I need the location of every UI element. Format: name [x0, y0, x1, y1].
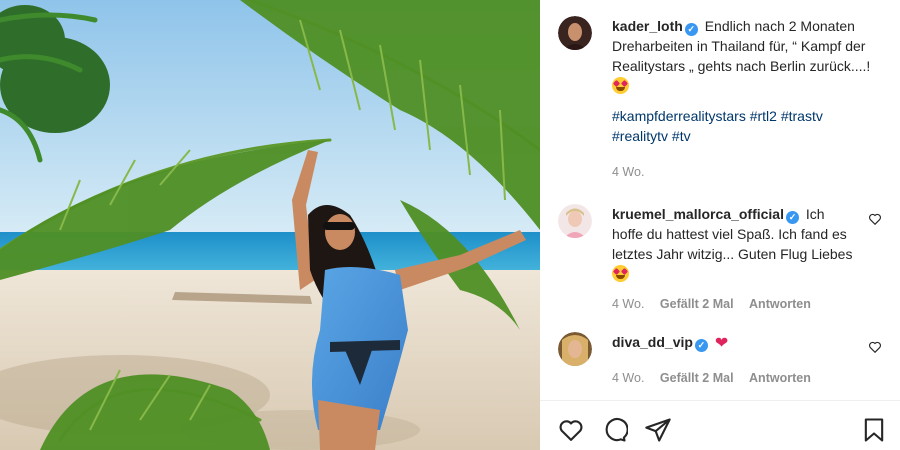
comment-item: diva_dd_vip ✓ ❤ 4 Wo. Gefällt 2 Mal Antwo… [558, 332, 882, 388]
author-avatar[interactable] [558, 16, 592, 50]
post-action-bar [540, 400, 900, 450]
post-timestamp[interactable]: 4 Wo. [612, 165, 644, 179]
post-photo[interactable] [0, 0, 540, 450]
comment-icon[interactable] [600, 416, 628, 444]
caption-meta: 4 Wo. [612, 162, 882, 182]
comment-likes[interactable]: Gefällt 2 Mal [660, 297, 734, 311]
verified-badge-icon: ✓ [694, 339, 708, 352]
hashtag-link[interactable]: #tv [672, 128, 691, 144]
verified-badge-icon: ✓ [684, 23, 698, 36]
hashtag-link[interactable]: #trastv [781, 108, 823, 124]
comment-item: kruemel_mallorca_official ✓ Ich hoffe du … [558, 204, 882, 314]
hashtag-link[interactable]: #kampfderrealitystars [612, 108, 746, 124]
reply-button[interactable]: Antworten [749, 297, 811, 311]
heart-eyes-emoji-icon [612, 77, 629, 94]
comment-author[interactable]: kruemel_mallorca_official [612, 206, 784, 222]
comment-author[interactable]: diva_dd_vip [612, 334, 693, 350]
comment-meta: 4 Wo. Gefällt 2 Mal Antworten [612, 368, 856, 388]
heart-icon[interactable] [557, 416, 585, 444]
comments-scroll-area[interactable]: kader_loth ✓ Endlich nach 2 Monaten Dreha… [540, 0, 900, 400]
share-icon[interactable] [644, 416, 672, 444]
red-heart-emoji-icon: ❤ [714, 335, 729, 352]
comment-timestamp[interactable]: 4 Wo. [612, 297, 644, 311]
commenter-avatar[interactable] [558, 332, 592, 366]
bookmark-icon[interactable] [860, 416, 888, 444]
hashtag-link[interactable]: #realitytv [612, 128, 668, 144]
verified-badge-icon: ✓ [785, 211, 799, 224]
heart-eyes-emoji-icon [612, 265, 629, 282]
beach-photo [0, 0, 540, 450]
hashtag-link[interactable]: #rtl2 [750, 108, 777, 124]
commenter-avatar[interactable] [558, 204, 592, 238]
post-details-panel: kader_loth ✓ Endlich nach 2 Monaten Dreha… [540, 0, 900, 450]
post-caption: kader_loth ✓ Endlich nach 2 Monaten Dreha… [558, 16, 882, 182]
comment-like-heart-icon[interactable] [868, 340, 882, 354]
comment-like-heart-icon[interactable] [868, 212, 882, 226]
comment-timestamp[interactable]: 4 Wo. [612, 371, 644, 385]
comment-likes[interactable]: Gefällt 2 Mal [660, 371, 734, 385]
comment-meta: 4 Wo. Gefällt 2 Mal Antworten [612, 294, 856, 314]
hashtag-list: #kampfderrealitystars #rtl2 #trastv #rea… [612, 106, 882, 146]
reply-button[interactable]: Antworten [749, 371, 811, 385]
caption-author[interactable]: kader_loth [612, 18, 683, 34]
